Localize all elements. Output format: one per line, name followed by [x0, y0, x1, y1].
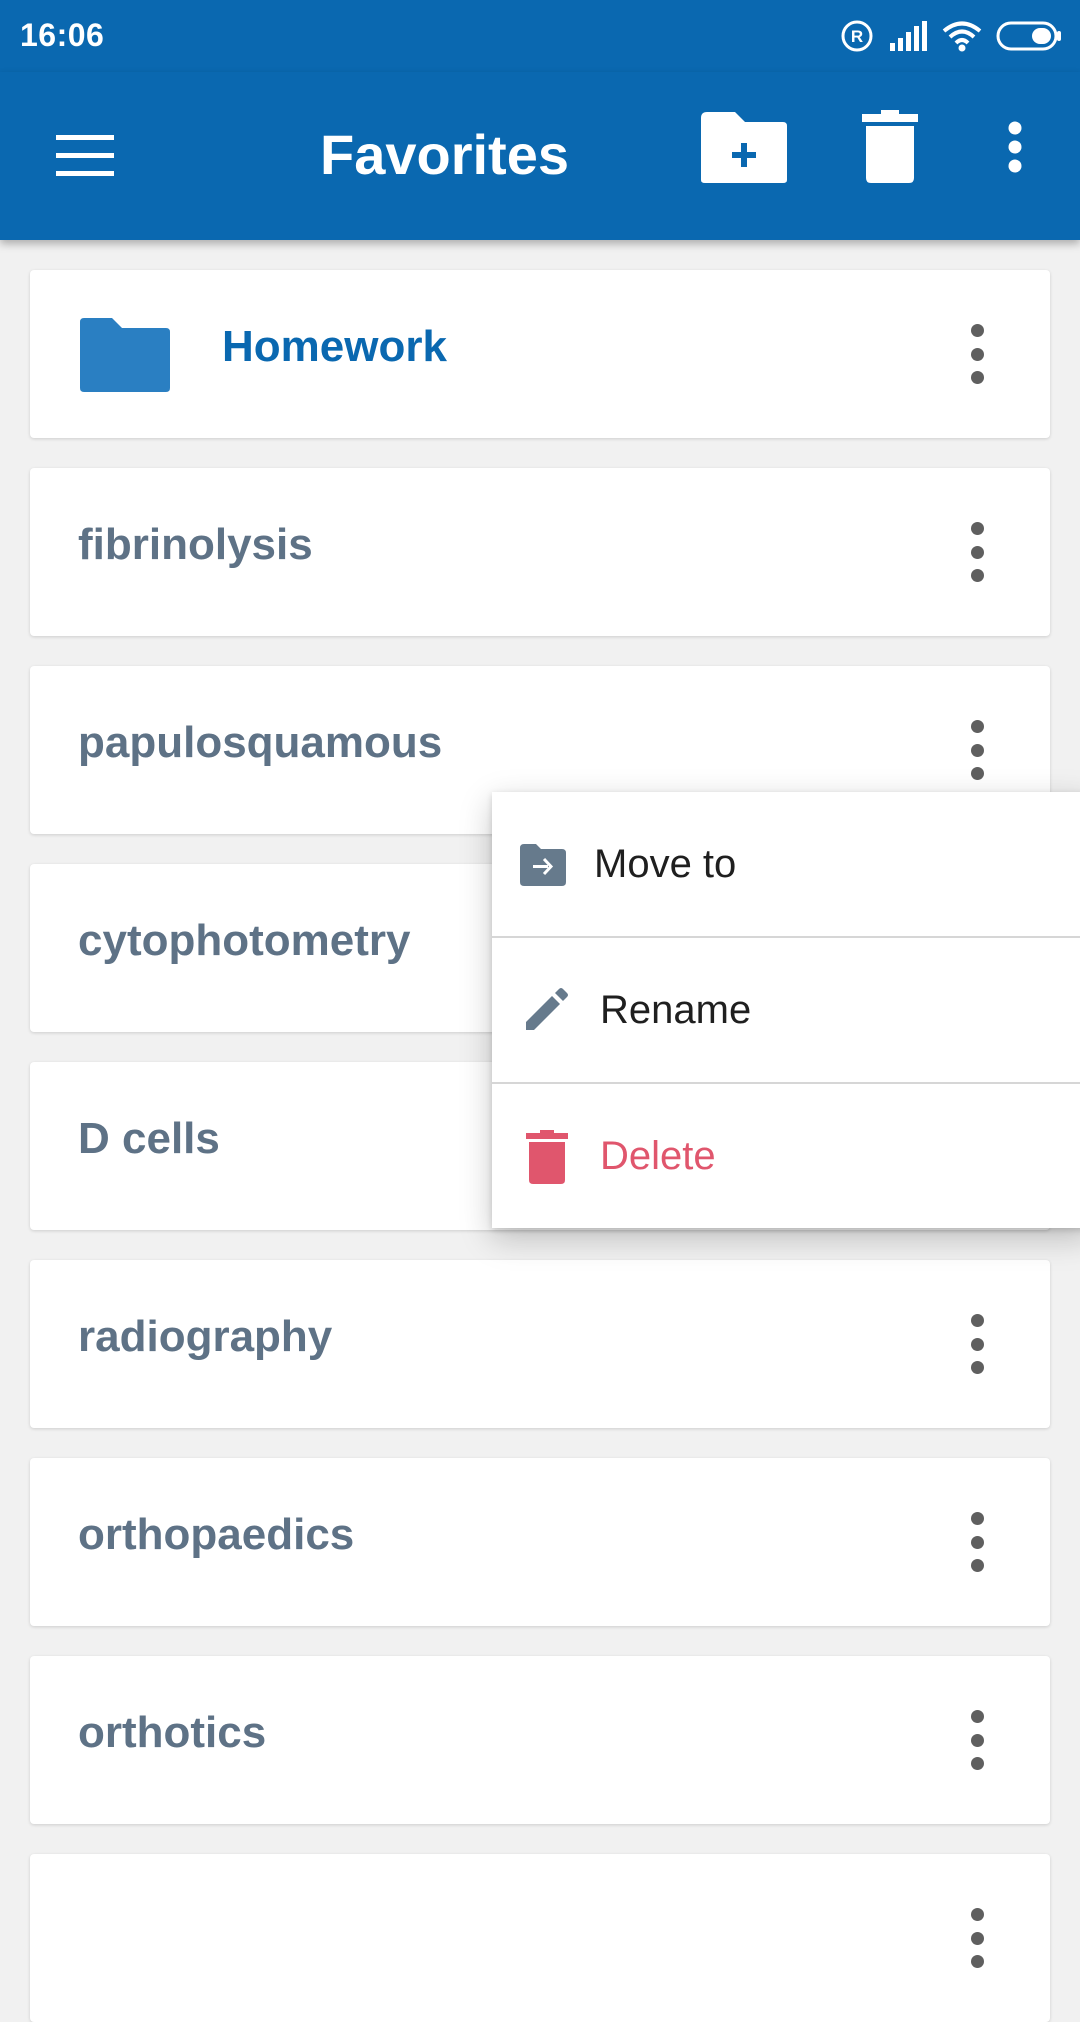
delete-all-button[interactable] — [850, 102, 930, 192]
item-more-button[interactable] — [962, 1314, 992, 1374]
move-to-label: Move to — [594, 842, 737, 886]
more-dot-icon — [970, 1337, 984, 1351]
rename-menu-item[interactable]: Rename — [492, 938, 1080, 1083]
more-dot-icon — [970, 1559, 984, 1572]
list-item[interactable]: orthotics — [30, 1656, 1050, 1824]
more-dot-icon — [970, 1535, 984, 1549]
trash-icon — [526, 1129, 568, 1184]
item-more-button[interactable] — [962, 324, 992, 384]
overflow-menu-button[interactable] — [990, 112, 1040, 182]
list-item-label: papulosquamous — [78, 718, 443, 767]
status-bar: 16:06 R — [0, 0, 1080, 72]
move-to-menu-item[interactable]: Move to — [492, 792, 1080, 937]
signal-icon — [890, 21, 927, 51]
more-dot-icon — [970, 767, 984, 780]
delete-label: Delete — [600, 1134, 716, 1178]
trash-icon — [862, 110, 918, 183]
item-more-button[interactable] — [962, 1710, 992, 1770]
list-item-label: orthopaedics — [78, 1510, 355, 1559]
rename-label: Rename — [600, 988, 752, 1032]
more-dot-icon — [970, 1710, 984, 1723]
more-dot-icon — [970, 1908, 984, 1921]
list-item-label: radiography — [78, 1312, 333, 1361]
more-dot-icon — [970, 720, 984, 733]
item-more-button[interactable] — [962, 1908, 992, 1968]
list-item[interactable]: radiography — [30, 1260, 1050, 1428]
menu-button[interactable] — [40, 116, 130, 196]
new-folder-button[interactable] — [694, 102, 794, 192]
more-dot-icon — [970, 743, 984, 757]
list-item[interactable]: fibrinolysis — [30, 468, 1050, 636]
pencil-icon — [526, 987, 568, 1030]
more-dot-icon — [970, 371, 984, 384]
move-folder-icon — [520, 843, 566, 886]
battery-icon — [996, 21, 1061, 51]
list-item-label: D cells — [78, 1114, 220, 1163]
more-vertical-icon — [1008, 121, 1022, 173]
list-item[interactable]: orthopaedics — [30, 1458, 1050, 1626]
more-dot-icon — [970, 324, 984, 337]
folder-item-homework[interactable]: Homework — [30, 270, 1050, 438]
wifi-icon — [942, 21, 982, 52]
more-dot-icon — [970, 545, 984, 559]
more-dot-icon — [970, 1733, 984, 1747]
more-dot-icon — [970, 1931, 984, 1945]
item-more-button[interactable] — [962, 720, 992, 780]
app-bar: Favorites — [0, 72, 1080, 240]
more-dot-icon — [970, 569, 984, 582]
more-dot-icon — [970, 1757, 984, 1770]
delete-menu-item[interactable]: Delete — [492, 1084, 1080, 1229]
status-icons: R — [840, 20, 1062, 52]
registered-icon: R — [841, 20, 873, 52]
item-more-button[interactable] — [962, 522, 992, 582]
list-item-label: Homework — [222, 322, 447, 371]
more-dot-icon — [970, 1512, 984, 1525]
status-time: 16:06 — [20, 17, 105, 53]
more-dot-icon — [970, 1361, 984, 1374]
more-dot-icon — [970, 1314, 984, 1327]
list-item-label: fibrinolysis — [78, 520, 313, 569]
new-folder-icon — [701, 112, 787, 183]
item-more-button[interactable] — [962, 1512, 992, 1572]
more-dot-icon — [970, 347, 984, 361]
page-title: Favorites — [320, 123, 569, 186]
folder-icon — [80, 318, 170, 392]
list-item[interactable] — [30, 1854, 1050, 2022]
list-item-label: cytophotometry — [78, 916, 411, 965]
context-menu: Move to Rename Delete — [492, 792, 1080, 1228]
hamburger-icon — [56, 135, 114, 176]
more-dot-icon — [970, 522, 984, 535]
svg-text:R: R — [851, 27, 863, 46]
more-dot-icon — [970, 1955, 984, 1968]
list-item-label: orthotics — [78, 1708, 267, 1757]
